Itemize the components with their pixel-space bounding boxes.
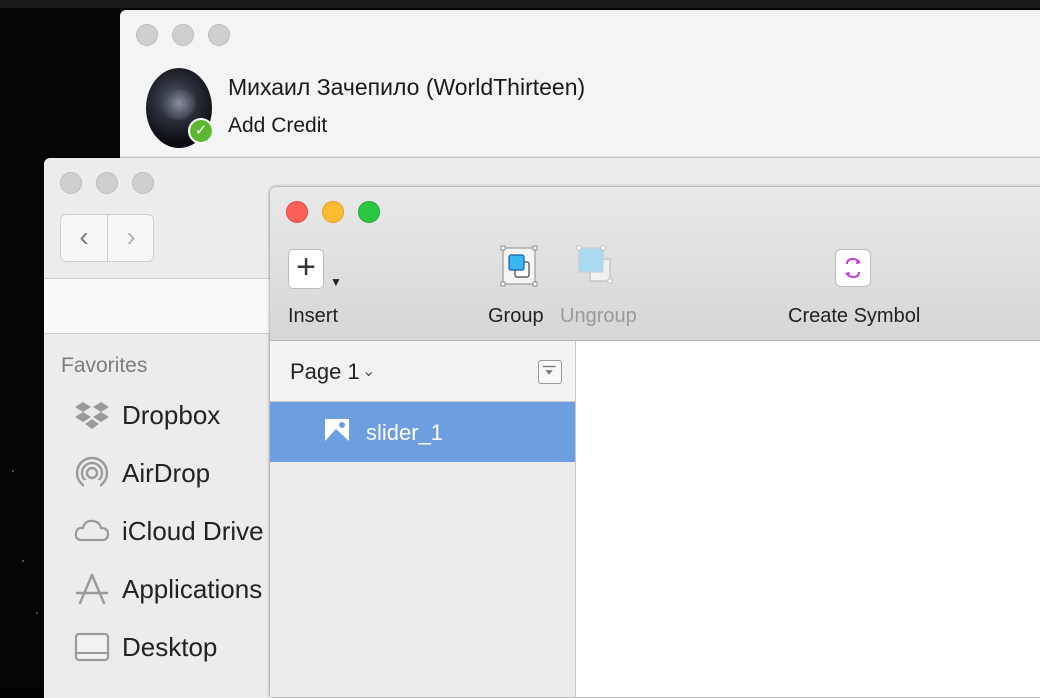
- contact-name: Михаил Зачепило (WorldThirteen): [228, 74, 585, 101]
- layer-name: slider_1: [366, 420, 443, 446]
- star: [12, 470, 14, 472]
- sidebar-item-label: Applications: [122, 574, 262, 605]
- zoom-button[interactable]: [132, 172, 154, 194]
- layer-row-slider-1[interactable]: slider_1: [270, 402, 575, 462]
- star: [22, 560, 24, 562]
- sidebar-item-label: AirDrop: [122, 458, 210, 489]
- minimize-button[interactable]: [172, 24, 194, 46]
- sidebar-item-icloud-drive[interactable]: iCloud Drive: [74, 510, 274, 554]
- sidebar-item-label: Desktop: [122, 632, 217, 663]
- sidebar-item-dropbox[interactable]: Dropbox: [74, 394, 274, 438]
- ungroup-icon: [576, 245, 614, 287]
- ungroup-button[interactable]: Ungroup: [560, 187, 650, 341]
- insert-label: Insert: [288, 305, 338, 328]
- minimize-button[interactable]: [96, 172, 118, 194]
- applications-icon: [74, 572, 110, 606]
- page-title: Page 1: [290, 359, 360, 385]
- collapse-pages-icon[interactable]: [538, 360, 562, 384]
- caret-down-icon: ▼: [330, 275, 342, 289]
- layers-panel: Page 1 ⌄ slider_1: [270, 341, 576, 697]
- navigation-buttons: ‹ ›: [60, 214, 154, 262]
- close-button[interactable]: [136, 24, 158, 46]
- desktop-icon: [74, 630, 110, 664]
- group-icon: [500, 245, 538, 287]
- plus-icon: +: [288, 249, 324, 289]
- insert-tool[interactable]: + ▼ Insert: [288, 187, 368, 341]
- zoom-button[interactable]: [208, 24, 230, 46]
- sidebar-item-desktop[interactable]: Desktop: [74, 626, 274, 670]
- create-symbol-label: Create Symbol: [788, 305, 920, 328]
- chevron-down-icon: ⌄: [362, 361, 375, 381]
- sidebar-item-airdrop[interactable]: AirDrop: [74, 452, 274, 496]
- forward-button[interactable]: ›: [108, 215, 154, 261]
- airdrop-icon: [74, 456, 110, 490]
- sketch-window: + ▼ Insert Group U: [270, 187, 1040, 697]
- group-label: Group: [488, 305, 544, 328]
- ungroup-label: Ungroup: [560, 305, 637, 328]
- dropbox-icon: [74, 398, 110, 432]
- image-layer-icon: [324, 418, 350, 442]
- sidebar-item-applications[interactable]: Applications: [74, 568, 274, 612]
- create-symbol-button[interactable]: Create Symbol: [788, 187, 928, 341]
- online-status-icon: ✓: [188, 118, 214, 144]
- close-button[interactable]: [60, 172, 82, 194]
- sidebar-item-label: Dropbox: [122, 400, 220, 431]
- back-button[interactable]: ‹: [61, 215, 108, 261]
- sidebar-item-label: iCloud Drive: [122, 516, 264, 547]
- star: [36, 612, 38, 614]
- group-button[interactable]: Group: [488, 187, 558, 341]
- menu-bar: [0, 0, 1040, 8]
- toolbar: + ▼ Insert Group U: [270, 187, 1040, 341]
- add-credit-link[interactable]: Add Credit: [228, 114, 327, 138]
- symbol-icon: [835, 249, 871, 287]
- path-bar: [44, 279, 274, 334]
- page-selector[interactable]: Page 1 ⌄: [270, 341, 575, 402]
- icloud-icon: [74, 514, 110, 548]
- sidebar-heading-favorites: Favorites: [61, 354, 147, 378]
